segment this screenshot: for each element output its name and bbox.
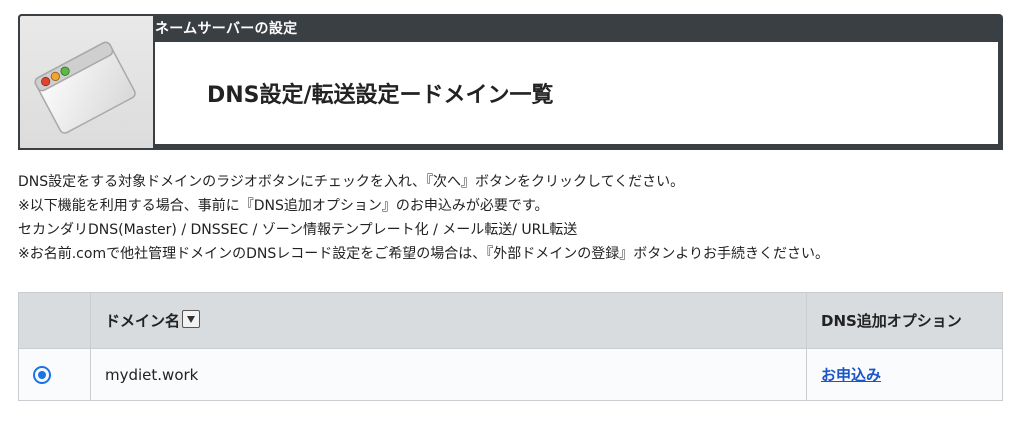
- domain-column-header: ドメイン名: [90, 292, 807, 349]
- instruction-line: DNS設定をする対象ドメインのラジオボタンにチェックを入れ、『次へ』ボタンをクリ…: [18, 174, 685, 190]
- table-header-row: ドメイン名 DNS追加オプション: [18, 292, 1003, 349]
- domain-table: ドメイン名 DNS追加オプション mydiet.work お申込み: [18, 292, 1003, 401]
- browser-window-icon: [34, 41, 136, 134]
- domain-column-label: ドメイン名: [105, 312, 181, 330]
- page-header: ネームサーバーの設定 DNS設定/転送設定ードメイン一覧: [18, 14, 1003, 150]
- option-column-header: DNS追加オプション: [806, 292, 1003, 349]
- select-column-header: [18, 292, 91, 349]
- apply-option-link[interactable]: お申込み: [821, 366, 881, 384]
- option-cell: お申込み: [806, 348, 1003, 401]
- instruction-line: ※以下機能を利用する場合、事前に『DNS追加オプション』のお申込みが必要です。: [18, 198, 549, 214]
- table-row: mydiet.work お申込み: [18, 348, 1003, 401]
- instruction-line: ※お名前.comで他社管理ドメインのDNSレコード設定をご希望の場合は、『外部ド…: [18, 246, 829, 262]
- select-cell: [18, 348, 91, 401]
- page-subtitle: ネームサーバーの設定: [155, 21, 298, 37]
- domain-name-cell: mydiet.work: [90, 348, 807, 401]
- header-title-panel: DNS設定/転送設定ードメイン一覧: [155, 42, 998, 144]
- header-icon-panel: [18, 14, 153, 150]
- instructions: DNS設定をする対象ドメインのラジオボタンにチェックを入れ、『次へ』ボタンをクリ…: [18, 170, 829, 266]
- instruction-line: セカンダリDNS(Master) / DNSSEC / ゾーン情報テンプレート化…: [18, 222, 578, 238]
- page-title: DNS設定/転送設定ードメイン一覧: [207, 83, 554, 108]
- sort-down-icon[interactable]: [182, 310, 201, 328]
- domain-radio-button[interactable]: [33, 365, 51, 384]
